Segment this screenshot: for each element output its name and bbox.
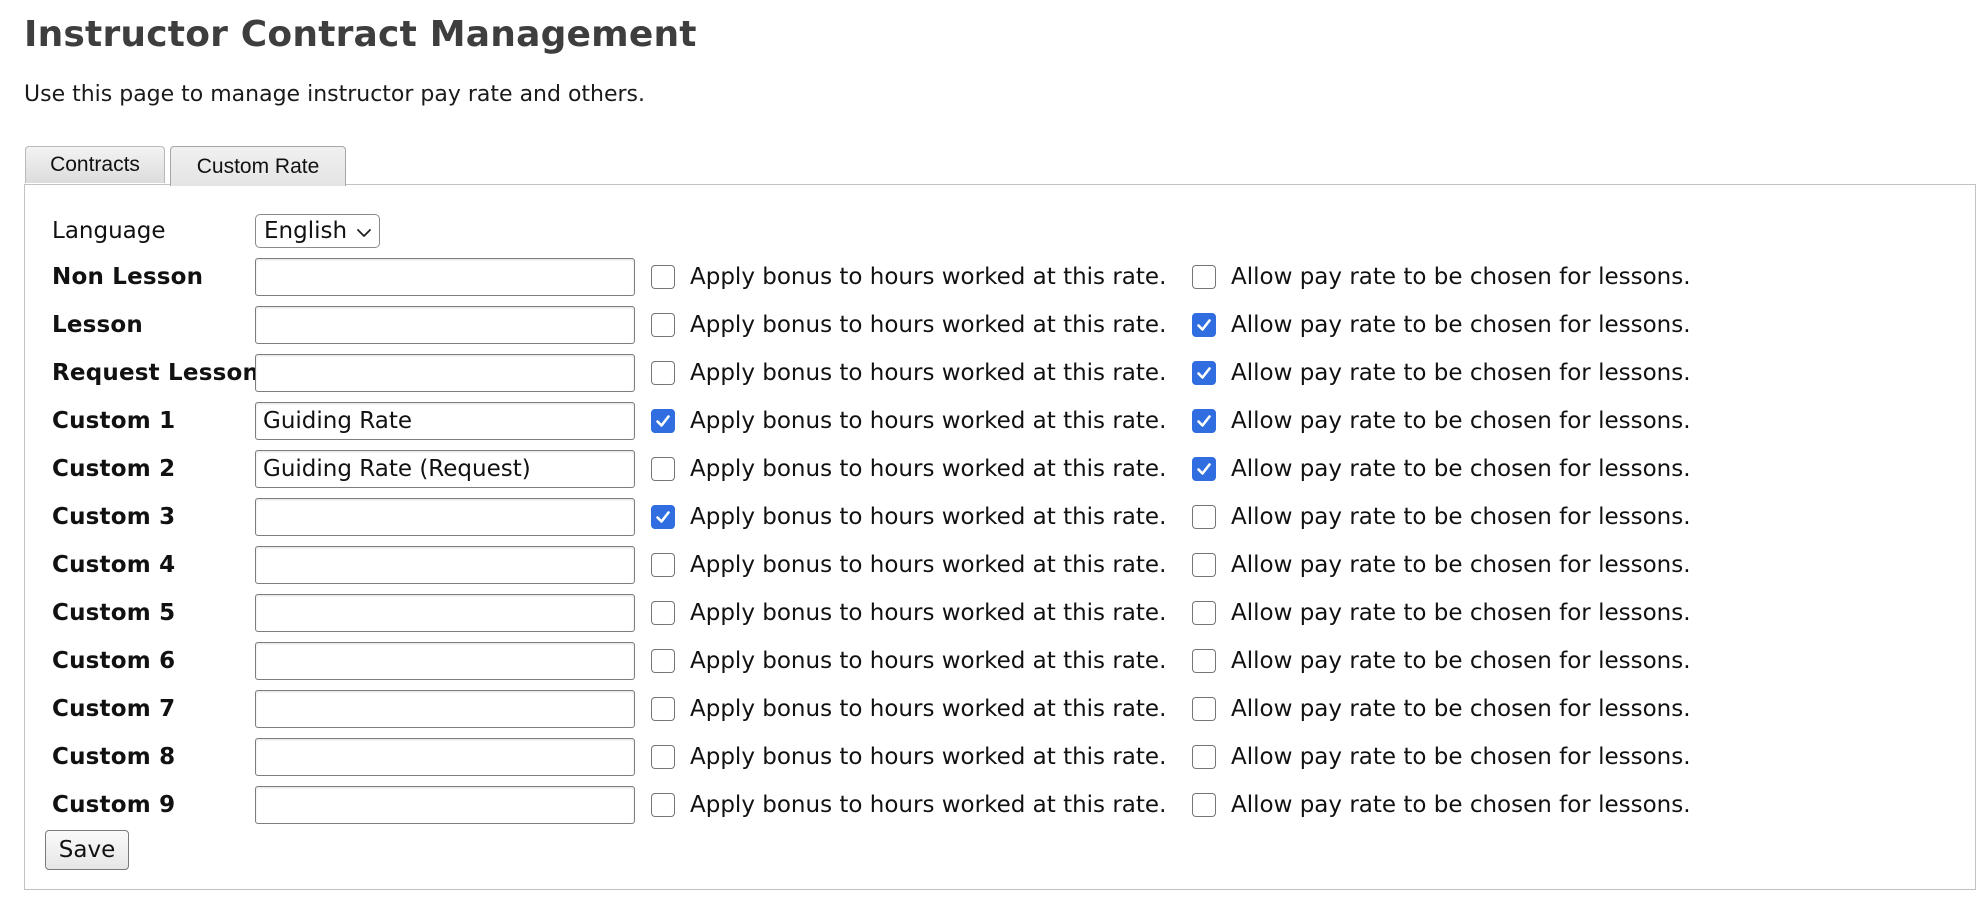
rate-label: Lesson (52, 312, 144, 338)
apply-bonus-checkbox[interactable] (651, 649, 675, 673)
allow-pay-rate-label: Allow pay rate to be chosen for lessons. (1231, 792, 1691, 818)
allow-pay-rate-checkbox[interactable] (1192, 553, 1216, 577)
apply-bonus-checkbox[interactable] (651, 793, 675, 817)
apply-bonus-checkbox[interactable] (651, 697, 675, 721)
rate-row: Custom 6 Apply bonus to hours worked at t… (52, 641, 1691, 681)
rate-name-input[interactable] (255, 738, 635, 776)
apply-bonus-label: Apply bonus to hours worked at this rate… (690, 312, 1167, 338)
rate-name-value: Guiding Rate (Request) (263, 456, 531, 482)
apply-bonus-label: Apply bonus to hours worked at this rate… (690, 744, 1167, 770)
rate-row: Lesson Apply bonus to hours worked at thi… (52, 305, 1691, 345)
rate-name-input[interactable] (255, 306, 635, 344)
allow-pay-rate-checkbox[interactable] (1192, 313, 1216, 337)
apply-bonus-checkbox[interactable] (651, 601, 675, 625)
apply-bonus-label: Apply bonus to hours worked at this rate… (690, 264, 1167, 290)
rate-label: Non Lesson (52, 264, 204, 290)
apply-bonus-label: Apply bonus to hours worked at this rate… (690, 360, 1167, 386)
rate-row: Custom 1 Guiding Rate Apply bonus to hours… (52, 401, 1691, 441)
apply-bonus-checkbox[interactable] (651, 457, 675, 481)
save-button[interactable]: Save (45, 830, 129, 870)
apply-bonus-checkbox[interactable] (651, 265, 675, 289)
allow-pay-rate-checkbox[interactable] (1192, 793, 1216, 817)
allow-pay-rate-label: Allow pay rate to be chosen for lessons. (1231, 312, 1691, 338)
rate-label: Custom 7 (52, 696, 176, 722)
apply-bonus-label: Apply bonus to hours worked at this rate… (690, 600, 1167, 626)
rate-label: Custom 2 (52, 456, 176, 482)
page-description: Use this page to manage instructor pay r… (24, 82, 646, 107)
rate-row: Custom 8 Apply bonus to hours worked at t… (52, 737, 1691, 777)
rate-row: Custom 9 Apply bonus to hours worked at t… (52, 785, 1691, 825)
language-label: Language (52, 218, 166, 244)
rate-name-input[interactable] (255, 690, 635, 728)
apply-bonus-checkbox[interactable] (651, 361, 675, 385)
rate-row: Custom 7 Apply bonus to hours worked at t… (52, 689, 1691, 729)
allow-pay-rate-checkbox[interactable] (1192, 265, 1216, 289)
apply-bonus-label: Apply bonus to hours worked at this rate… (690, 552, 1167, 578)
apply-bonus-checkbox[interactable] (651, 313, 675, 337)
chevron-down-icon (355, 222, 373, 240)
allow-pay-rate-label: Allow pay rate to be chosen for lessons. (1231, 600, 1691, 626)
rate-row: Custom 5 Apply bonus to hours worked at t… (52, 593, 1691, 633)
apply-bonus-label: Apply bonus to hours worked at this rate… (690, 504, 1167, 530)
rate-row: Request Lesson Apply bonus to hours worke… (52, 353, 1691, 393)
tab-custom-rate[interactable]: Custom Rate (170, 146, 346, 186)
rate-label: Request Lesson (52, 360, 260, 386)
allow-pay-rate-label: Allow pay rate to be chosen for lessons. (1231, 696, 1691, 722)
rate-name-input[interactable] (255, 786, 635, 824)
allow-pay-rate-label: Allow pay rate to be chosen for lessons. (1231, 456, 1691, 482)
allow-pay-rate-label: Allow pay rate to be chosen for lessons. (1231, 408, 1691, 434)
allow-pay-rate-label: Allow pay rate to be chosen for lessons. (1231, 360, 1691, 386)
apply-bonus-checkbox[interactable] (651, 409, 675, 433)
tab-contracts[interactable]: Contracts (25, 146, 165, 183)
allow-pay-rate-checkbox[interactable] (1192, 457, 1216, 481)
allow-pay-rate-label: Allow pay rate to be chosen for lessons. (1231, 504, 1691, 530)
language-select[interactable]: English (255, 214, 381, 248)
rate-label: Custom 3 (52, 504, 176, 530)
rate-label: Custom 5 (52, 600, 176, 626)
rate-name-input[interactable] (255, 594, 635, 632)
rate-row: Custom 4 Apply bonus to hours worked at t… (52, 545, 1691, 585)
rate-name-input[interactable]: Guiding Rate (255, 402, 635, 440)
rate-label: Custom 8 (52, 744, 176, 770)
apply-bonus-label: Apply bonus to hours worked at this rate… (690, 696, 1167, 722)
rate-label: Custom 9 (52, 792, 176, 818)
apply-bonus-checkbox[interactable] (651, 553, 675, 577)
rate-name-input[interactable] (255, 354, 635, 392)
allow-pay-rate-checkbox[interactable] (1192, 505, 1216, 529)
allow-pay-rate-label: Allow pay rate to be chosen for lessons. (1231, 264, 1691, 290)
allow-pay-rate-checkbox[interactable] (1192, 745, 1216, 769)
allow-pay-rate-checkbox[interactable] (1192, 361, 1216, 385)
allow-pay-rate-label: Allow pay rate to be chosen for lessons. (1231, 648, 1691, 674)
rate-row: Custom 2 Guiding Rate (Request) Apply bonu… (52, 449, 1691, 489)
apply-bonus-label: Apply bonus to hours worked at this rate… (690, 408, 1167, 434)
apply-bonus-checkbox[interactable] (651, 745, 675, 769)
allow-pay-rate-label: Allow pay rate to be chosen for lessons. (1231, 744, 1691, 770)
language-selected-value: English (264, 218, 348, 244)
apply-bonus-checkbox[interactable] (651, 505, 675, 529)
apply-bonus-label: Apply bonus to hours worked at this rate… (690, 456, 1167, 482)
language-row: Language English (52, 211, 381, 251)
rate-name-input[interactable] (255, 258, 635, 296)
rate-name-input[interactable] (255, 546, 635, 584)
allow-pay-rate-checkbox[interactable] (1192, 601, 1216, 625)
allow-pay-rate-checkbox[interactable] (1192, 409, 1216, 433)
apply-bonus-label: Apply bonus to hours worked at this rate… (690, 648, 1167, 674)
rate-label: Custom 6 (52, 648, 176, 674)
rate-name-input[interactable] (255, 498, 635, 536)
allow-pay-rate-checkbox[interactable] (1192, 649, 1216, 673)
rate-name-input[interactable]: Guiding Rate (Request) (255, 450, 635, 488)
allow-pay-rate-label: Allow pay rate to be chosen for lessons. (1231, 552, 1691, 578)
rate-label: Custom 1 (52, 408, 176, 434)
apply-bonus-label: Apply bonus to hours worked at this rate… (690, 792, 1167, 818)
rate-label: Custom 4 (52, 552, 176, 578)
custom-rate-panel: Language English Non Lesson Apply bonus t… (24, 184, 1976, 890)
rate-row: Custom 3 Apply bonus to hours worked at t… (52, 497, 1691, 537)
allow-pay-rate-checkbox[interactable] (1192, 697, 1216, 721)
rate-row: Non Lesson Apply bonus to hours worked at… (52, 257, 1691, 297)
page-title: Instructor Contract Management (24, 14, 697, 55)
rate-name-value: Guiding Rate (263, 408, 413, 434)
rate-name-input[interactable] (255, 642, 635, 680)
